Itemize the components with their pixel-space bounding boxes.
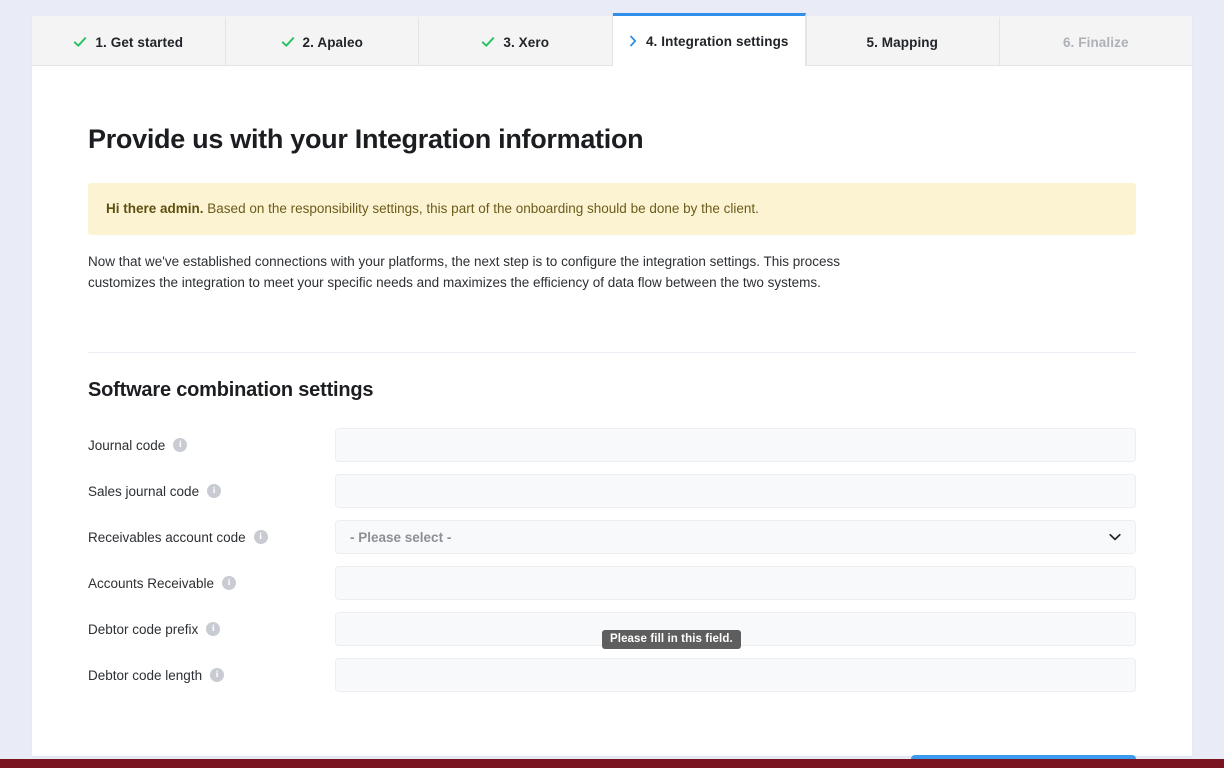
validation-tooltip: Please fill in this field.	[602, 630, 741, 649]
section-title: Software combination settings	[88, 379, 374, 402]
section-divider	[88, 352, 1136, 354]
tab-label: 6. Finalize	[1062, 34, 1129, 50]
check-icon	[481, 35, 495, 49]
journal-code-input[interactable]	[335, 428, 1136, 463]
info-icon[interactable]: i	[173, 438, 188, 453]
tab-label: 4. Integration settings	[645, 33, 789, 49]
software-combination-form: Journal code i Sales journal code i Rece…	[88, 428, 1136, 693]
field-label: Debtor code length i	[88, 668, 335, 683]
alert-strong-text: Hi there admin.	[106, 201, 204, 216]
field-label: Sales journal code i	[88, 484, 335, 499]
tab-label: 3. Xero	[503, 34, 550, 50]
onboarding-card: 1. Get started 2. Apaleo 3. Xero 4. Inte…	[32, 13, 1192, 768]
intro-paragraph: Now that we've established connections w…	[88, 253, 840, 291]
field-label: Journal code i	[88, 438, 335, 453]
field-label: Receivables account code i	[88, 530, 335, 545]
page-title: Provide us with your Integration informa…	[88, 124, 644, 154]
receivables-account-code-select[interactable]: - Please select -	[335, 520, 1136, 555]
debtor-code-length-input[interactable]	[335, 658, 1136, 693]
page-body: Provide us with your Integration informa…	[32, 124, 1192, 768]
tab-label: 5. Mapping	[866, 34, 938, 50]
wizard-steps-tabbar: 1. Get started 2. Apaleo 3. Xero 4. Inte…	[32, 13, 1192, 66]
chevron-down-icon	[1109, 533, 1121, 541]
tab-integration-settings[interactable]: 4. Integration settings	[612, 13, 806, 66]
tab-apaleo[interactable]: 2. Apaleo	[225, 16, 419, 65]
tab-mapping[interactable]: 5. Mapping	[806, 16, 1000, 65]
tab-finalize: 6. Finalize	[999, 16, 1192, 65]
form-row-accounts-receivable: Accounts Receivable i	[88, 566, 1136, 601]
select-value: - Please select -	[350, 529, 452, 545]
form-row-receivables-account-code: Receivables account code i - Please sele…	[88, 520, 1136, 555]
info-icon[interactable]: i	[207, 484, 222, 499]
bottom-accent-bar	[0, 759, 1224, 768]
sales-journal-code-input[interactable]	[335, 474, 1136, 509]
field-label-text: Debtor code length	[88, 667, 203, 683]
field-label-text: Debtor code prefix	[88, 621, 199, 637]
tab-xero[interactable]: 3. Xero	[419, 16, 613, 65]
tab-label: 2. Apaleo	[302, 34, 363, 50]
info-icon[interactable]: i	[206, 622, 221, 637]
info-icon[interactable]: i	[222, 576, 237, 591]
field-label: Accounts Receivable i	[88, 576, 335, 591]
check-icon	[281, 35, 295, 49]
field-label-text: Receivables account code	[88, 529, 246, 545]
form-row-debtor-code-length: Debtor code length i	[88, 658, 1136, 693]
field-label-text: Sales journal code	[88, 483, 200, 499]
field-label: Debtor code prefix i	[88, 622, 335, 637]
chevron-right-icon	[629, 35, 638, 47]
responsibility-alert: Hi there admin. Based on the responsibil…	[88, 183, 1136, 235]
info-icon[interactable]: i	[253, 530, 268, 545]
accounts-receivable-input[interactable]	[335, 566, 1136, 601]
info-icon[interactable]: i	[210, 668, 225, 683]
tab-get-started[interactable]: 1. Get started	[32, 16, 226, 65]
form-row-sales-journal-code: Sales journal code i	[88, 474, 1136, 509]
field-label-text: Journal code	[88, 437, 166, 453]
alert-text: Based on the responsibility settings, th…	[207, 201, 759, 216]
field-label-text: Accounts Receivable	[88, 575, 215, 591]
form-row-journal-code: Journal code i	[88, 428, 1136, 463]
tab-label: 1. Get started	[95, 34, 184, 50]
check-icon	[73, 35, 87, 49]
